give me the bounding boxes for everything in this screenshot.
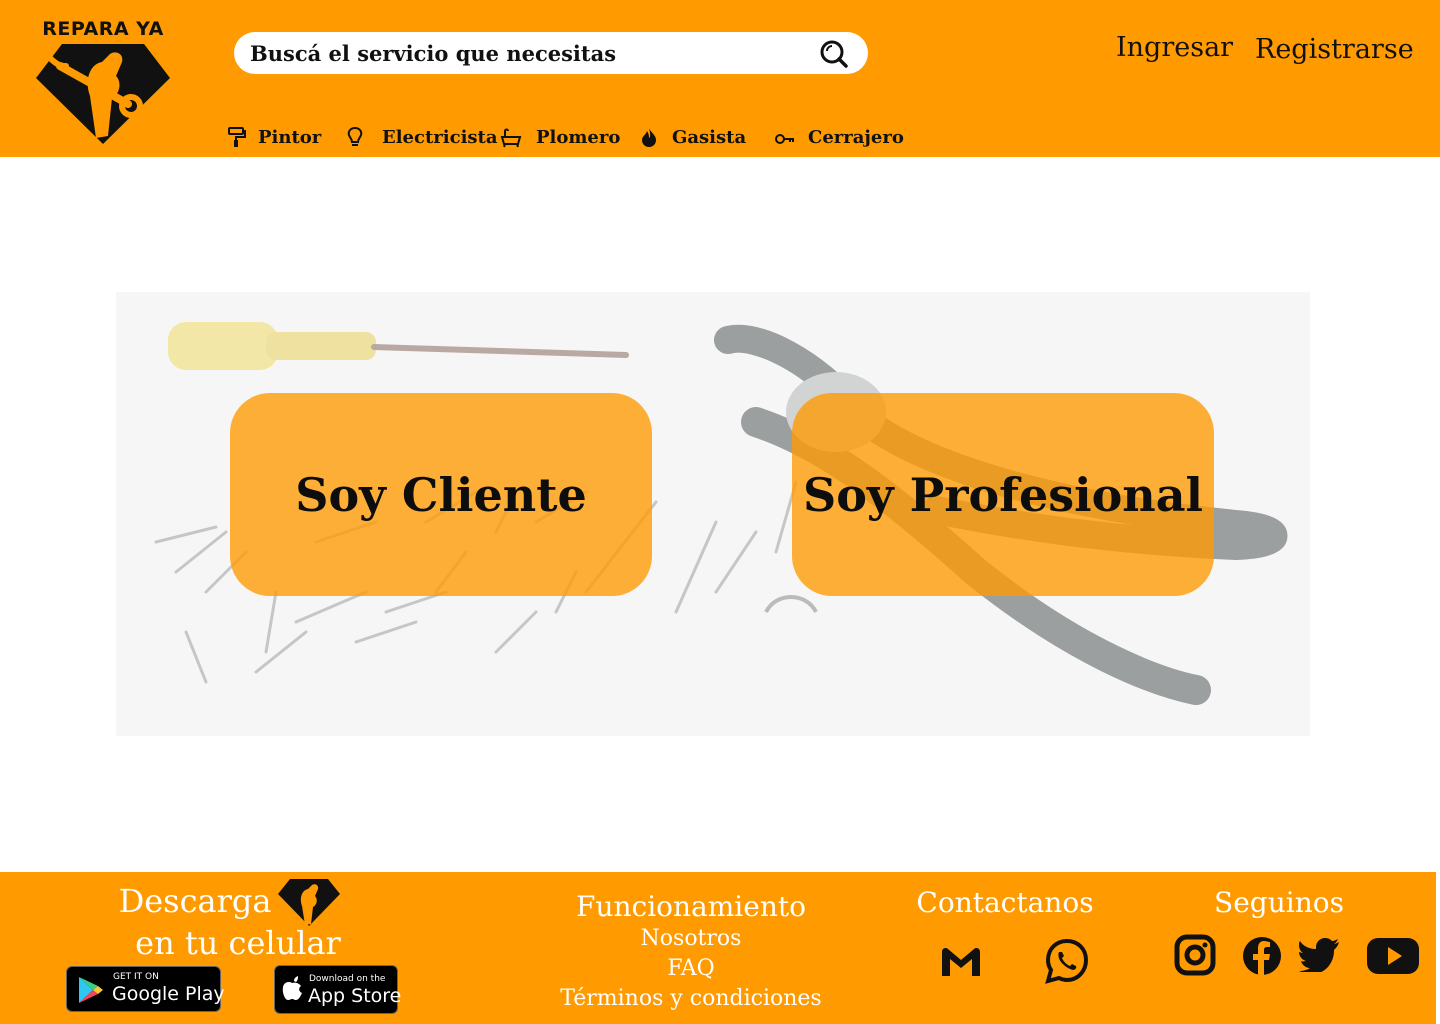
- links-title: Funcionamiento: [576, 890, 806, 923]
- login-link[interactable]: Ingresar: [1116, 32, 1233, 63]
- facebook-icon[interactable]: [1242, 936, 1282, 976]
- category-label: Cerrajero: [808, 126, 904, 148]
- gmail-icon[interactable]: [940, 946, 982, 978]
- category-pintor[interactable]: Pintor: [226, 118, 321, 156]
- footer-link-faq[interactable]: FAQ: [540, 956, 842, 981]
- header: REPARA YA Ingresar Registrarse Pintor El…: [0, 0, 1440, 157]
- youtube-icon[interactable]: [1366, 936, 1420, 976]
- follow-title: Seguinos: [1214, 886, 1344, 919]
- category-label: Electricista: [382, 126, 498, 148]
- whatsapp-icon[interactable]: [1044, 938, 1090, 984]
- google-play-small-text: GET IT ON: [113, 972, 159, 982]
- key-icon: [775, 134, 794, 144]
- diamond-logo-icon: [278, 879, 340, 926]
- apple-icon: [282, 976, 302, 1000]
- lightbulb-icon: [347, 126, 363, 146]
- google-play-icon: [79, 977, 103, 1003]
- search-input[interactable]: [250, 36, 810, 70]
- app-store-small-text: Download on the: [309, 974, 386, 984]
- flame-icon: [642, 128, 656, 147]
- category-label: Plomero: [536, 126, 621, 148]
- app-store-big-text: App Store: [308, 985, 402, 1007]
- contact-title: Contactanos: [916, 886, 1094, 919]
- footer: Descarga en tu celular GET IT ON Google …: [0, 872, 1436, 1024]
- footer-link-terms[interactable]: Términos y condiciones: [540, 986, 842, 1011]
- client-role-button[interactable]: Soy Cliente: [230, 393, 652, 596]
- professional-role-button[interactable]: Soy Profesional: [792, 393, 1214, 596]
- download-title: Descarga: [118, 882, 272, 920]
- register-link[interactable]: Registrarse: [1255, 34, 1414, 65]
- client-role-label: Soy Cliente: [295, 467, 587, 522]
- category-plomero[interactable]: Plomero: [500, 118, 620, 156]
- search-icon[interactable]: [818, 38, 850, 70]
- category-nav: Pintor Electricista Plomero Gasista Cerr…: [0, 118, 1000, 156]
- category-label: Pintor: [258, 126, 322, 148]
- paint-roller-icon: [228, 127, 246, 147]
- download-subtitle: en tu celular: [135, 924, 341, 962]
- twitter-icon[interactable]: [1298, 938, 1340, 972]
- search-bar: [234, 32, 868, 74]
- google-play-big-text: Google Play: [112, 983, 225, 1005]
- bathtub-icon: [500, 128, 522, 148]
- category-gasista[interactable]: Gasista: [638, 118, 746, 156]
- category-electricista[interactable]: Electricista: [344, 118, 498, 156]
- footer-link-nosotros[interactable]: Nosotros: [540, 926, 842, 951]
- category-cerrajero[interactable]: Cerrajero: [774, 118, 904, 156]
- professional-role-label: Soy Profesional: [803, 467, 1203, 522]
- hero-banner: Soy Cliente Soy Profesional: [116, 292, 1310, 736]
- google-play-badge[interactable]: GET IT ON Google Play: [66, 966, 225, 1012]
- app-store-badge[interactable]: Download on the App Store: [274, 965, 402, 1014]
- instagram-icon[interactable]: [1174, 934, 1216, 976]
- category-label: Gasista: [672, 126, 747, 148]
